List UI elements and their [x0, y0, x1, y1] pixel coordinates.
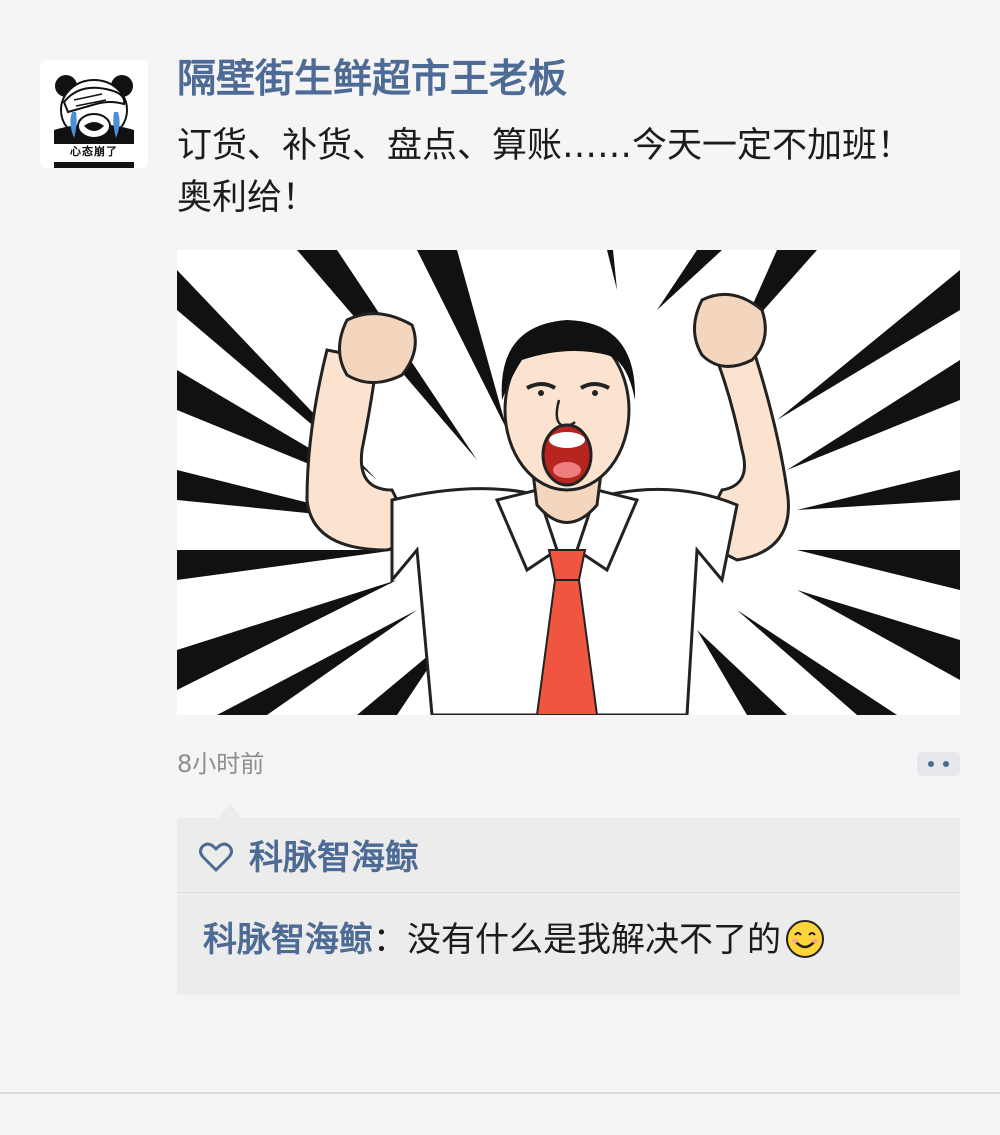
comment-separator: ： — [373, 920, 407, 960]
interaction-box: 科脉智海鲸 科脉智海鲸：没有什么是我解决不了的 — [177, 818, 960, 995]
row-divider — [177, 892, 960, 893]
ellipsis-icon — [928, 761, 934, 767]
comment-item[interactable]: 科脉智海鲸：没有什么是我解决不了的 — [203, 916, 825, 964]
likes-row: 科脉智海鲸 — [177, 818, 960, 892]
cheering-man-illustration — [177, 250, 960, 715]
avatar-caption: 心态崩了 — [70, 145, 118, 158]
like-user-name[interactable]: 科脉智海鲸 — [249, 836, 419, 880]
more-button[interactable] — [917, 752, 960, 776]
author-name[interactable]: 隔壁街生鲜超市王老板 — [177, 54, 567, 106]
comment-text: 没有什么是我解决不了的 — [407, 920, 781, 960]
comment-author[interactable]: 科脉智海鲸 — [203, 920, 373, 960]
heart-outline-icon — [199, 842, 233, 872]
post-image[interactable] — [177, 250, 960, 715]
ellipsis-icon — [943, 761, 949, 767]
timestamp: 8小时前 — [177, 750, 265, 778]
post-text: 订货、补货、盘点、算账……今天一定不加班！奥利给！ — [177, 126, 913, 218]
feed-divider — [0, 1092, 1000, 1094]
moments-feed-page: 心态崩了 隔壁街生鲜超市王老板 订货、补货、盘点、算账……今天一定不加班！奥利给… — [0, 0, 1000, 1135]
interaction-box-arrow — [218, 804, 242, 818]
avatar[interactable]: 心态崩了 — [40, 60, 148, 168]
smiling-face-icon — [786, 920, 824, 958]
